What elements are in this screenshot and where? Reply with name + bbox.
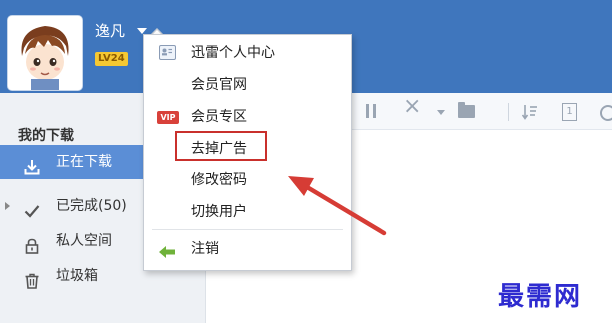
sidebar-item-label: 已完成(50) (56, 198, 127, 214)
thunder-app-window: 逸凡 LV24 × 1 我的下载 正在下载 已完成(50) 私人空间 垃圾箱 迅… (0, 0, 612, 323)
delete-icon[interactable]: × (403, 96, 421, 118)
menu-item-personal-center[interactable]: 迅雷个人中心 (144, 40, 351, 66)
menu-item-label: 修改密码 (191, 172, 247, 188)
sidebar-item-label: 正在下载 (56, 154, 112, 170)
menu-item-label: 注销 (191, 241, 219, 257)
sidebar-item-label: 垃圾箱 (56, 268, 98, 284)
user-avatar[interactable] (8, 16, 82, 90)
id-card-icon (159, 45, 176, 60)
download-icon (24, 154, 40, 175)
pause-icon[interactable] (366, 104, 378, 118)
trash-icon (24, 268, 40, 289)
page-number-icon[interactable]: 1 (562, 103, 577, 121)
vip-icon: VIP (157, 111, 179, 124)
annotation-arrow-icon (288, 176, 387, 236)
expand-arrow-icon[interactable] (5, 202, 10, 210)
logout-arrow-icon (158, 242, 176, 258)
toolbar-divider (508, 103, 509, 121)
menu-item-vip-zone[interactable]: VIP 会员专区 (144, 104, 351, 130)
sidebar-title: 我的下载 (18, 128, 74, 144)
sidebar-item-label: 私人空间 (56, 233, 112, 249)
menu-item-label: 会员专区 (191, 109, 247, 125)
menu-item-label: 会员官网 (191, 77, 247, 93)
menu-item-label: 迅雷个人中心 (191, 45, 275, 61)
avatar-illustration (8, 16, 82, 90)
lock-icon (24, 233, 40, 254)
dropdown-caret-icon[interactable] (437, 110, 445, 115)
annotation-highlight-box (175, 131, 267, 161)
level-badge: LV24 (95, 52, 128, 66)
watermark: 最需网 (498, 282, 583, 312)
sort-icon[interactable] (521, 104, 538, 120)
folder-icon[interactable] (458, 102, 475, 118)
more-icon[interactable] (600, 105, 612, 121)
checkmark-icon (24, 198, 40, 218)
username[interactable]: 逸凡 (95, 20, 125, 41)
menu-item-member-site[interactable]: 会员官网 (144, 72, 351, 98)
menu-item-label: 切换用户 (191, 204, 247, 220)
